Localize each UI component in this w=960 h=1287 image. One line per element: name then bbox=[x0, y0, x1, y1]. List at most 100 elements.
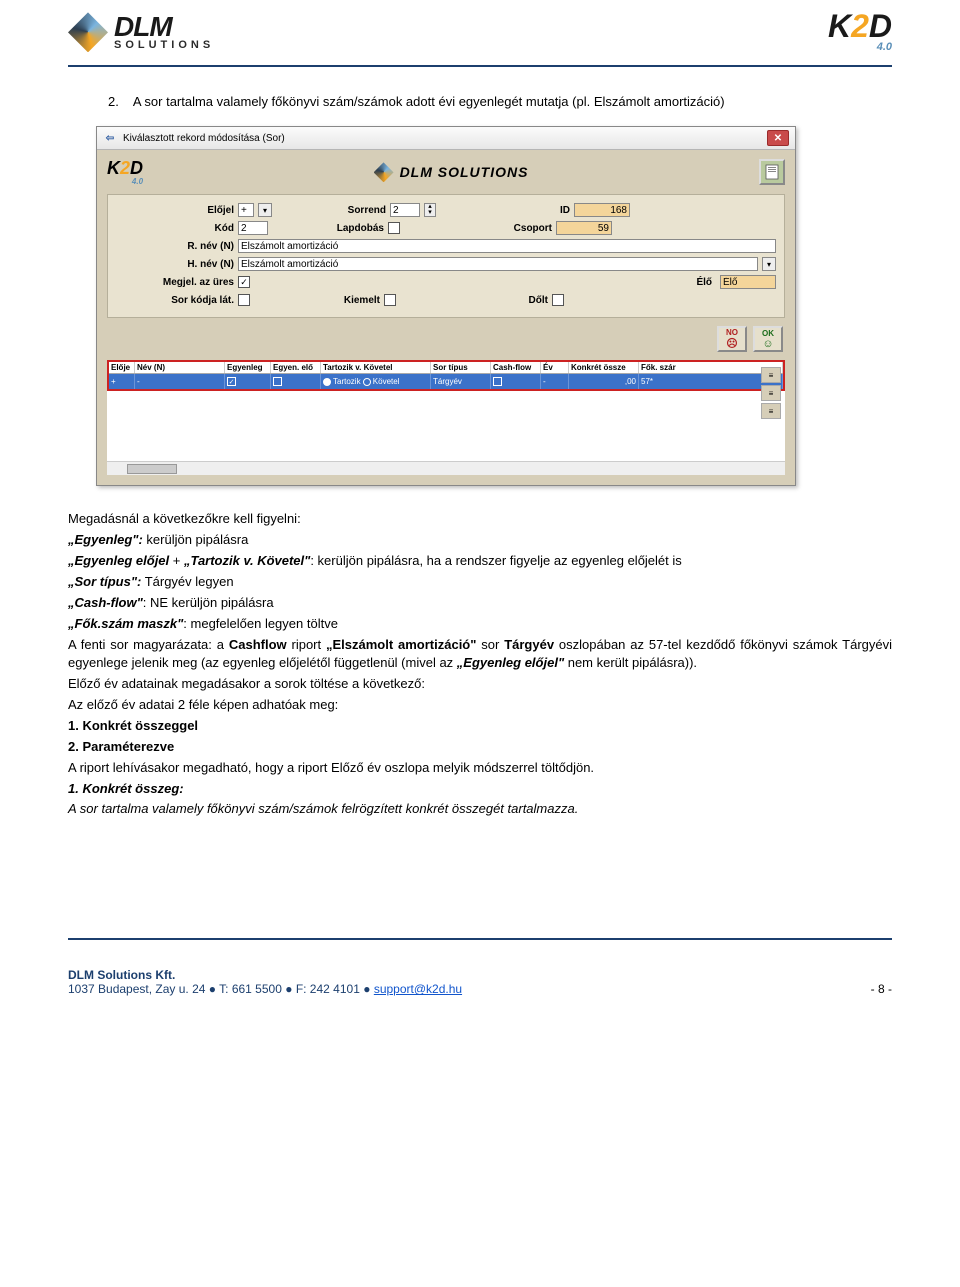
exp1: A fenti sor magyarázata: a bbox=[68, 637, 229, 652]
side-btn-2[interactable]: ≡ bbox=[761, 385, 781, 401]
no-button[interactable]: NO ☹ bbox=[717, 326, 747, 352]
dialog-titlebar[interactable]: ⇦ Kiválasztott rekord módosítása (Sor) ✕ bbox=[97, 127, 795, 150]
l2b: + bbox=[169, 553, 184, 568]
line4: „Cash-flow": NE kerüljön pipálásra bbox=[68, 594, 892, 612]
side-btn-3[interactable]: ≡ bbox=[761, 403, 781, 419]
elojel-label: Előjel bbox=[116, 205, 234, 216]
line3: „Sor típus": Tárgyév legyen bbox=[68, 573, 892, 591]
page-number: - 8 - bbox=[871, 982, 892, 996]
footer-divider bbox=[68, 938, 892, 940]
l4b: : NE kerüljön pipálásra bbox=[143, 595, 274, 610]
cell-sortipus: Tárgyév bbox=[431, 374, 491, 389]
side-btn-1[interactable]: ≡ bbox=[761, 367, 781, 383]
sheet-icon[interactable] bbox=[759, 159, 785, 185]
lapdobas-checkbox[interactable] bbox=[388, 222, 400, 234]
sorrend-spinner-icon[interactable]: ▴▾ bbox=[424, 203, 436, 217]
col-elojel: Elője bbox=[109, 362, 135, 373]
li1b: 1. Konkrét összeggel bbox=[68, 718, 198, 733]
lbl-kovetel: Követel bbox=[373, 377, 400, 386]
k2d-post: D bbox=[869, 8, 892, 44]
radio-tartozik-icon bbox=[323, 378, 331, 386]
cell-ev: - bbox=[541, 374, 569, 389]
col-konkret: Konkrét össze bbox=[569, 362, 639, 373]
dolt-checkbox[interactable] bbox=[552, 294, 564, 306]
lead-text: Megadásnál a következőkre kell figyelni: bbox=[68, 510, 892, 528]
h1b: A sor tartalma valamely főkönyvi szám/sz… bbox=[68, 801, 578, 816]
dlm-logo-icon bbox=[68, 12, 108, 52]
explanation: A fenti sor magyarázata: a Cashflow ripo… bbox=[68, 636, 892, 672]
col-tartozik: Tartozik v. Követel bbox=[321, 362, 431, 373]
ok-button[interactable]: OK ☺ bbox=[753, 326, 783, 352]
id-label: ID bbox=[440, 205, 570, 216]
lbl-tartozik: Tartozik bbox=[333, 377, 361, 386]
cell-egyenelo[interactable] bbox=[271, 374, 321, 389]
close-icon[interactable]: ✕ bbox=[767, 130, 789, 146]
id-field bbox=[574, 203, 630, 217]
li2b: 2. Paraméterezve bbox=[68, 739, 174, 754]
hnev-dropdown-icon[interactable]: ▾ bbox=[762, 257, 776, 271]
l2c: „Tartozik v. Követel" bbox=[184, 553, 310, 568]
h-scrollbar[interactable] bbox=[107, 461, 785, 475]
sorrend-field[interactable] bbox=[390, 203, 420, 217]
scroll-thumb[interactable] bbox=[127, 464, 177, 474]
sorkodja-checkbox[interactable] bbox=[238, 294, 250, 306]
l2a: „Egyenleg előjel bbox=[68, 553, 169, 568]
p3: Az előző év adatai 2 féle képen adhatóak… bbox=[68, 696, 892, 714]
dlm-logo: DLM SOLUTIONS bbox=[68, 12, 214, 52]
elojel-field[interactable] bbox=[238, 203, 254, 217]
intro-text: A sor tartalma valamely főkönyvi szám/sz… bbox=[133, 93, 892, 111]
exp9: nem került pipálásra)). bbox=[564, 655, 697, 670]
col-ev: Év bbox=[541, 362, 569, 373]
elo-field bbox=[720, 275, 776, 289]
k2d-pre: K bbox=[828, 8, 851, 44]
cell-konkret: ,00 bbox=[569, 374, 639, 389]
rnev-label: R. név (N) bbox=[116, 241, 234, 252]
ok-label: OK bbox=[762, 329, 774, 338]
csoport-field bbox=[556, 221, 612, 235]
megjel-checkbox[interactable]: ✓ bbox=[238, 276, 250, 288]
dialog-title: Kiválasztott rekord módosítása (Sor) bbox=[123, 133, 285, 144]
line1: „Egyenleg": kerüljön pipálásra bbox=[68, 531, 892, 549]
col-nev: Név (N) bbox=[135, 362, 225, 373]
back-arrow-icon[interactable]: ⇦ bbox=[103, 131, 117, 145]
li1: 1. Konkrét összeggel bbox=[68, 717, 892, 735]
hnev-label: H. név (N) bbox=[116, 259, 234, 270]
dialog-window: ⇦ Kiválasztott rekord módosítása (Sor) ✕… bbox=[96, 126, 796, 486]
cell-egyenleg[interactable]: ✓ bbox=[225, 374, 271, 389]
k2d-logo: K2D 4.0 bbox=[828, 12, 892, 53]
dolt-label: Dőlt bbox=[400, 295, 548, 306]
l5a: „Fők.szám maszk" bbox=[68, 616, 183, 631]
sub-heading: 1. Konkrét összeg: bbox=[68, 780, 892, 798]
footer-email-link[interactable]: support@k2d.hu bbox=[374, 982, 462, 996]
l3b: Tárgyév legyen bbox=[141, 574, 233, 589]
dlm-mini-icon bbox=[374, 162, 394, 182]
cell-tartozik[interactable]: Tartozik Követel bbox=[321, 374, 431, 389]
egyenelo-check-icon bbox=[273, 377, 282, 386]
no-label: NO bbox=[726, 328, 738, 337]
table-row[interactable]: + - ✓ Tartozik Követel Tárgyév - ,00 57* bbox=[109, 374, 783, 389]
cell-cashflow[interactable] bbox=[491, 374, 541, 389]
csoport-label: Csoport bbox=[404, 223, 552, 234]
kod-field[interactable] bbox=[238, 221, 268, 235]
footer-tel: T: 661 5500 bbox=[219, 982, 282, 996]
cell-elojel: + bbox=[109, 374, 135, 389]
l5b: : megfelelően legyen töltve bbox=[183, 616, 338, 631]
grid-empty bbox=[107, 391, 785, 461]
k2d-mini-pre: K bbox=[107, 158, 120, 178]
hnev-field[interactable] bbox=[238, 257, 758, 271]
l1a: „Egyenleg": bbox=[68, 532, 143, 547]
elojel-dropdown-icon[interactable]: ▾ bbox=[258, 203, 272, 217]
rnev-field[interactable] bbox=[238, 239, 776, 253]
intro-line: 2. A sor tartalma valamely főkönyvi szám… bbox=[108, 93, 892, 111]
header-divider bbox=[68, 65, 892, 67]
p2: Előző év adatainak megadásakor a sorok t… bbox=[68, 675, 892, 693]
kiemelt-label: Kiemelt bbox=[254, 295, 380, 306]
l4a: „Cash-flow" bbox=[68, 595, 143, 610]
l3a: „Sor típus": bbox=[68, 574, 141, 589]
lapdobas-label: Lapdobás bbox=[272, 223, 384, 234]
cell-nev: - bbox=[135, 374, 225, 389]
p4: A riport lehívásakor megadható, hogy a r… bbox=[68, 759, 892, 777]
kiemelt-checkbox[interactable] bbox=[384, 294, 396, 306]
elo-label: Élő bbox=[254, 277, 716, 288]
exp8: „Egyenleg előjel" bbox=[457, 655, 564, 670]
